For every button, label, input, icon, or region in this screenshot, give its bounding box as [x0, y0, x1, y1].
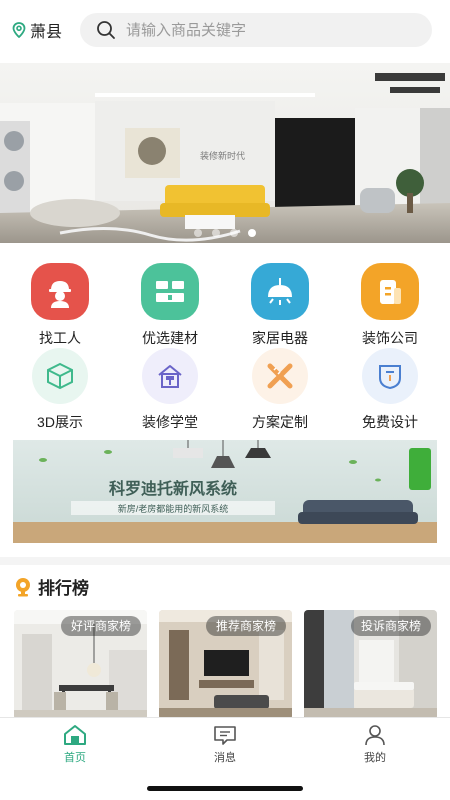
banner-image: 装修新时代 [0, 63, 450, 243]
banner-carousel[interactable]: 装修新时代 [0, 63, 450, 243]
category-label: 装饰公司 [362, 330, 418, 346]
tab-label: 我的 [364, 752, 386, 764]
home-icon [64, 725, 86, 745]
tab-messages[interactable]: 消息 [190, 724, 260, 765]
home-indicator[interactable] [147, 786, 303, 791]
category-decoration-school[interactable]: 装修学堂 [120, 348, 220, 433]
carousel-indicator [0, 229, 450, 237]
top-bar: 萧县 [0, 0, 450, 62]
section-divider [0, 557, 450, 565]
location-label: 萧县 [30, 24, 63, 41]
category-find-worker[interactable]: 找工人 [10, 263, 110, 348]
category-label: 装修学堂 [142, 414, 198, 430]
category-building-materials[interactable]: 优选建材 [120, 263, 220, 348]
search-input[interactable] [126, 21, 406, 39]
category-label: 家居电器 [252, 330, 308, 346]
category-decoration-company[interactable]: 装饰公司 [340, 263, 440, 348]
tab-label: 消息 [214, 752, 236, 764]
ranking-card-recommended[interactable]: 推荐商家榜 [159, 610, 292, 720]
promo-banner[interactable]: 科罗迪托新风系统 新房/老房都能用的新风系统 [13, 440, 437, 543]
message-icon [214, 726, 236, 745]
location-selector[interactable]: 萧县 [12, 18, 62, 42]
category-label: 优选建材 [142, 330, 198, 346]
ranking-header: 排行榜 [14, 574, 89, 599]
tab-home[interactable]: 首页 [40, 724, 110, 765]
category-grid: 找工人 优选建材 家居电器 装饰公司 3D展示 装修学堂 方案定制 免费设计 [0, 255, 450, 435]
carousel-dot[interactable] [212, 229, 220, 237]
category-label: 3D展示 [37, 414, 83, 430]
house-roller-icon [142, 348, 198, 404]
search-icon [97, 21, 115, 39]
carousel-dot-active[interactable] [248, 229, 256, 237]
category-free-design[interactable]: 免费设计 [340, 348, 440, 433]
ranking-card-tag: 好评商家榜 [60, 616, 141, 636]
location-pin-icon [12, 22, 26, 38]
category-plan-custom[interactable]: 方案定制 [230, 348, 330, 433]
tab-label: 首页 [64, 752, 86, 764]
category-label: 找工人 [39, 330, 81, 346]
category-label: 方案定制 [252, 414, 308, 430]
company-icon [361, 263, 419, 320]
ranking-card-tag: 推荐商家榜 [205, 616, 286, 636]
banner-caption: 装修新时代 [200, 150, 245, 161]
ranking-title: 排行榜 [38, 579, 89, 598]
tab-profile[interactable]: 我的 [340, 724, 410, 765]
trophy-icon [16, 577, 30, 596]
carousel-dot[interactable] [230, 229, 238, 237]
user-icon [365, 725, 385, 746]
search-bar[interactable] [80, 13, 432, 47]
ranking-list: 好评商家榜 推荐商家榜 投诉商家榜 [0, 610, 450, 720]
cube-icon [32, 348, 88, 404]
ruler-pencil-icon [252, 348, 308, 404]
carousel-dot[interactable] [194, 229, 202, 237]
worker-icon [31, 263, 89, 320]
promo-title: 科罗迪托新风系统 [109, 479, 237, 498]
category-3d-display[interactable]: 3D展示 [10, 348, 110, 433]
bricks-icon [141, 263, 199, 320]
promo-subtitle: 新房/老房都能用的新风系统 [118, 503, 229, 514]
shield-design-icon [362, 348, 418, 404]
category-label: 免费设计 [362, 414, 418, 430]
category-home-appliances[interactable]: 家居电器 [230, 263, 330, 348]
ranking-card-tag: 投诉商家榜 [350, 616, 431, 636]
promo-image: 科罗迪托新风系统 新房/老房都能用的新风系统 [13, 440, 437, 543]
ranking-card-complaints[interactable]: 投诉商家榜 [304, 610, 437, 720]
lamp-icon [251, 263, 309, 320]
ranking-card-good-reviews[interactable]: 好评商家榜 [14, 610, 147, 720]
